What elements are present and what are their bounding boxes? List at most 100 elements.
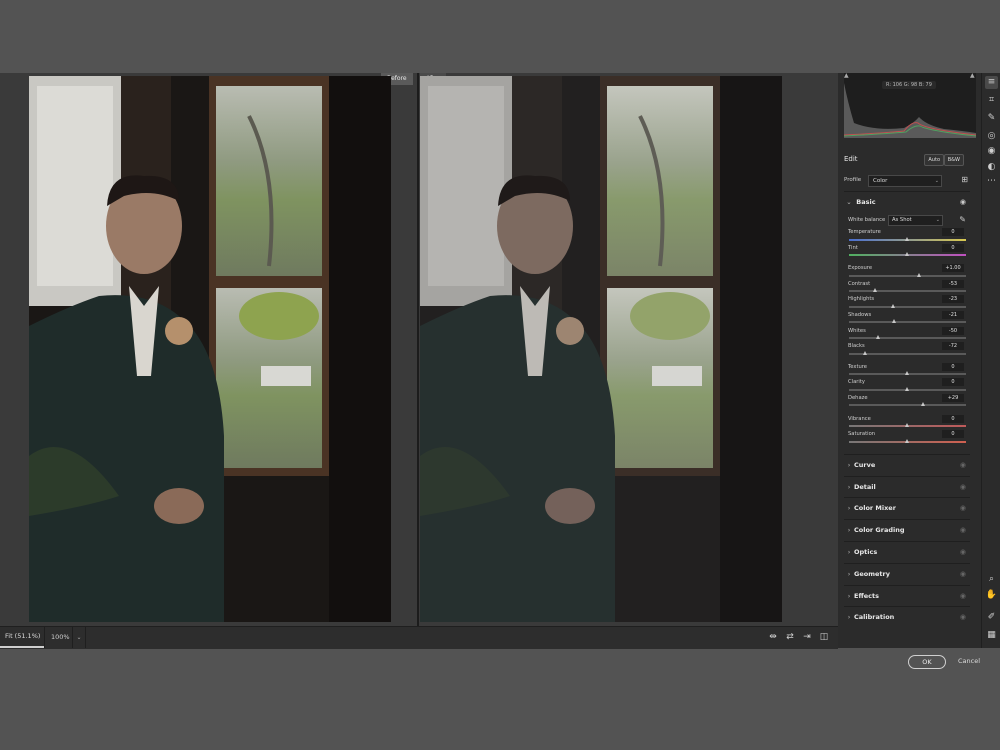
slider-track[interactable] bbox=[849, 423, 966, 428]
before-after-cycle-icon[interactable]: ⇹ bbox=[767, 631, 779, 643]
eye-icon[interactable]: ◉ bbox=[960, 520, 966, 541]
section-color-mixer[interactable]: › Color Mixer ◉ bbox=[844, 497, 970, 519]
slider-track[interactable] bbox=[849, 288, 966, 293]
white-balance-select[interactable]: As Shot ⌄ bbox=[888, 215, 943, 226]
slider-thumb[interactable] bbox=[916, 272, 921, 277]
eyedropper-icon[interactable]: ✎ bbox=[959, 212, 966, 228]
slider-thumb[interactable] bbox=[890, 303, 895, 308]
slider-track[interactable] bbox=[849, 350, 966, 355]
healing-icon[interactable]: ✎ bbox=[985, 112, 998, 125]
toggle-view-icon[interactable]: ◫ bbox=[818, 631, 830, 643]
red-eye-icon[interactable]: ◉ bbox=[985, 145, 998, 158]
slider-track[interactable] bbox=[849, 303, 966, 308]
zoom-tool-icon[interactable]: ⌕ bbox=[985, 573, 998, 586]
slider-value[interactable]: +1.00 bbox=[942, 264, 964, 273]
slider-tint[interactable]: Tint 0 bbox=[844, 243, 970, 260]
more-options-icon[interactable]: ⋯ bbox=[985, 175, 998, 188]
shadow-clipping-icon[interactable]: ▲ bbox=[844, 73, 850, 79]
eye-icon[interactable]: ◉ bbox=[960, 477, 966, 498]
section-curve[interactable]: › Curve ◉ bbox=[844, 453, 970, 476]
slider-value[interactable]: 0 bbox=[942, 243, 964, 252]
slider-thumb[interactable] bbox=[905, 236, 909, 241]
slider-thumb[interactable] bbox=[892, 319, 897, 324]
highlight-clipping-icon[interactable]: ▲ bbox=[970, 73, 976, 79]
grid-toggle-icon[interactable]: ▦ bbox=[985, 629, 998, 642]
section-geometry[interactable]: › Geometry ◉ bbox=[844, 562, 970, 585]
eye-icon[interactable]: ◉ bbox=[960, 455, 966, 476]
bw-button[interactable]: B&W bbox=[943, 154, 964, 166]
profile-browser-icon[interactable]: ⊞ bbox=[961, 175, 968, 185]
masking-icon[interactable]: ◎ bbox=[985, 130, 998, 143]
slider-contrast[interactable]: Contrast -53 bbox=[844, 279, 970, 296]
slider-track[interactable] bbox=[849, 335, 966, 340]
section-detail[interactable]: › Detail ◉ bbox=[844, 475, 970, 498]
slider-vibrance[interactable]: Vibrance 0 bbox=[844, 414, 970, 431]
eye-icon[interactable]: ◉ bbox=[960, 542, 966, 563]
eye-icon[interactable]: ◉ bbox=[960, 607, 966, 628]
slider-thumb[interactable] bbox=[905, 423, 909, 428]
slider-value[interactable]: -53 bbox=[942, 279, 964, 288]
slider-texture[interactable]: Texture 0 bbox=[844, 362, 970, 379]
slider-exposure[interactable]: Exposure +1.00 bbox=[844, 264, 970, 280]
slider-track[interactable] bbox=[849, 236, 966, 241]
slider-track[interactable] bbox=[849, 371, 966, 376]
section-calibration[interactable]: › Calibration ◉ bbox=[844, 606, 970, 628]
slider-value[interactable]: -50 bbox=[942, 326, 964, 335]
eye-icon[interactable]: ◉ bbox=[960, 564, 966, 585]
slider-value[interactable]: 0 bbox=[942, 414, 964, 423]
edit-sliders-icon[interactable]: ≡ bbox=[985, 76, 998, 89]
slider-track[interactable] bbox=[849, 386, 966, 391]
zoom-fit-button[interactable]: Fit (51.1%) bbox=[0, 627, 46, 648]
slider-track[interactable] bbox=[849, 319, 966, 324]
slider-track[interactable] bbox=[849, 272, 966, 277]
cancel-button[interactable]: Cancel bbox=[958, 655, 980, 667]
presets-icon[interactable]: ◐ bbox=[985, 161, 998, 174]
profile-select[interactable]: Color ⌄ bbox=[868, 175, 942, 187]
slider-thumb[interactable] bbox=[905, 438, 909, 443]
slider-thumb[interactable] bbox=[905, 371, 909, 376]
slider-value[interactable]: 0 bbox=[942, 228, 964, 236]
slider-dehaze[interactable]: Dehaze +29 bbox=[844, 393, 970, 410]
sampler-tool-icon[interactable]: ✐ bbox=[985, 611, 998, 624]
swap-settings-icon[interactable]: ⇄ bbox=[784, 631, 796, 643]
eye-icon[interactable]: ◉ bbox=[960, 192, 966, 212]
section-optics[interactable]: › Optics ◉ bbox=[844, 540, 970, 563]
slider-highlights[interactable]: Highlights -23 bbox=[844, 295, 970, 311]
hand-tool-icon[interactable]: ✋ bbox=[985, 589, 998, 602]
slider-track[interactable] bbox=[849, 402, 966, 407]
slider-value[interactable]: 0 bbox=[942, 430, 964, 439]
zoom-dropdown[interactable]: ⌄ bbox=[72, 627, 86, 648]
ok-button[interactable]: OK bbox=[908, 655, 946, 669]
slider-value[interactable]: 0 bbox=[942, 362, 964, 371]
slider-blacks[interactable]: Blacks -72 bbox=[844, 342, 970, 358]
section-color-grading[interactable]: › Color Grading ◉ bbox=[844, 519, 970, 541]
slider-track[interactable] bbox=[849, 438, 966, 443]
slider-value[interactable]: -21 bbox=[942, 310, 964, 319]
basic-sliders: Temperature 0 Tint 0 Exposure +1.00 Contrast -5… bbox=[844, 228, 970, 446]
eye-icon[interactable]: ◉ bbox=[960, 586, 966, 607]
slider-temperature[interactable]: Temperature 0 bbox=[844, 228, 970, 244]
slider-value[interactable]: 0 bbox=[942, 378, 964, 387]
slider-saturation[interactable]: Saturation 0 bbox=[844, 430, 970, 446]
slider-value[interactable]: -23 bbox=[942, 295, 964, 304]
slider-shadows[interactable]: Shadows -21 bbox=[844, 310, 970, 327]
slider-track[interactable] bbox=[849, 252, 966, 257]
slider-value[interactable]: -72 bbox=[942, 342, 964, 351]
crop-icon[interactable]: ⌗ bbox=[985, 94, 998, 107]
copy-settings-icon[interactable]: ⇥ bbox=[801, 631, 813, 643]
zoom-100-button[interactable]: 100% bbox=[44, 627, 76, 648]
slider-value[interactable]: +29 bbox=[942, 393, 964, 402]
section-basic[interactable]: ⌄ Basic ◉ bbox=[844, 191, 970, 212]
slider-thumb[interactable] bbox=[905, 386, 909, 391]
slider-thumb[interactable] bbox=[875, 335, 880, 340]
slider-thumb[interactable] bbox=[905, 252, 909, 257]
section-effects[interactable]: › Effects ◉ bbox=[844, 584, 970, 607]
slider-thumb[interactable] bbox=[873, 288, 878, 293]
slider-clarity[interactable]: Clarity 0 bbox=[844, 378, 970, 394]
slider-whites[interactable]: Whites -50 bbox=[844, 326, 970, 343]
eye-icon[interactable]: ◉ bbox=[960, 498, 966, 519]
auto-button[interactable]: Auto bbox=[924, 154, 944, 166]
slider-thumb[interactable] bbox=[862, 350, 867, 355]
slider-thumb[interactable] bbox=[921, 402, 926, 407]
split-divider[interactable] bbox=[417, 73, 419, 626]
